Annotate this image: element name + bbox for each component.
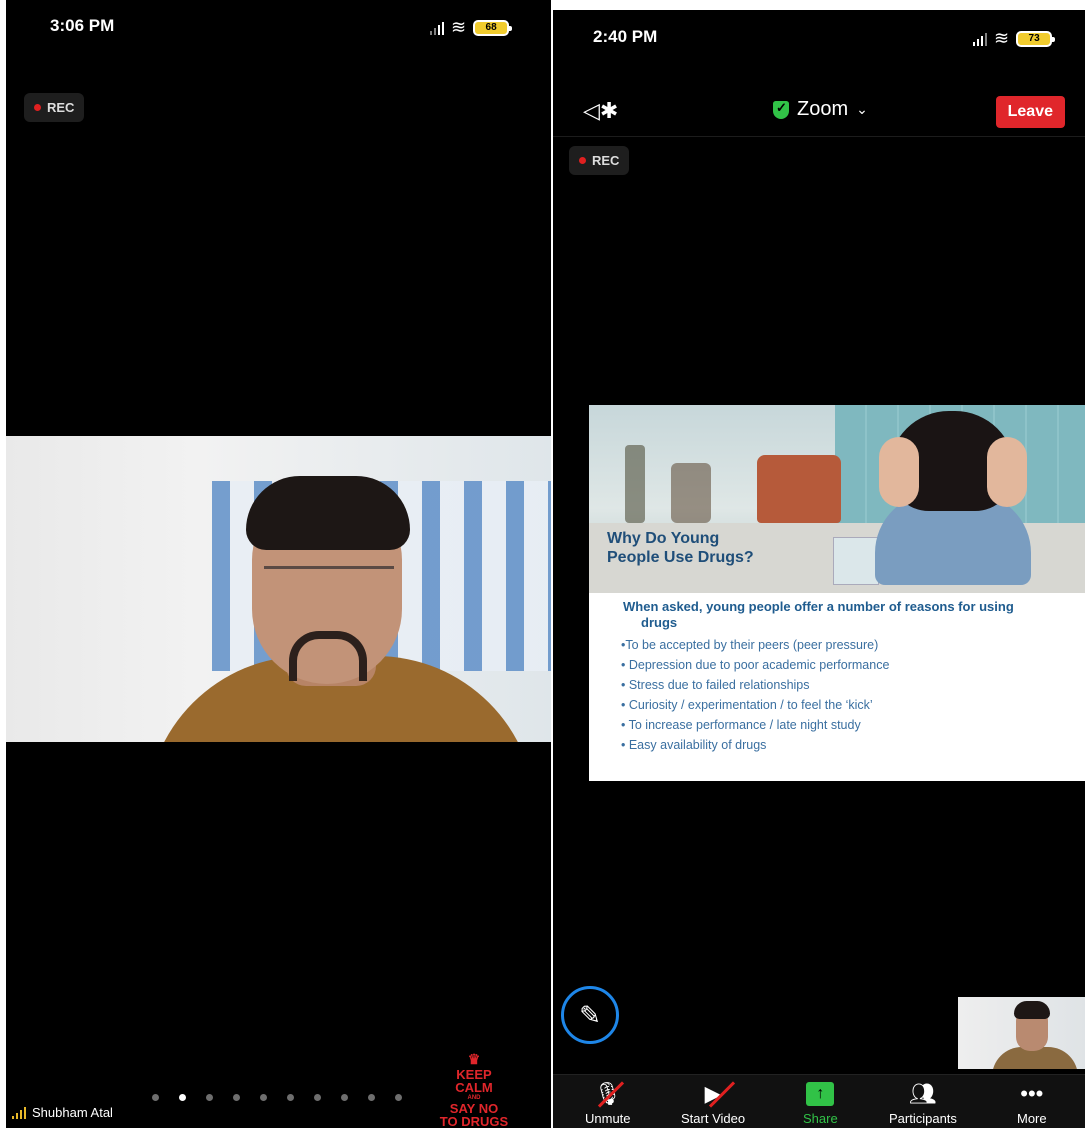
rec-label: REC (47, 100, 75, 115)
slide-heading-line1: When asked, young people offer a number … (623, 599, 1014, 614)
connection-strength-icon (12, 1106, 26, 1119)
wifi-icon: ≋ (451, 17, 467, 37)
start-video-label: Start Video (681, 1111, 746, 1126)
participants-button[interactable]: 👥︎ Participants (889, 1081, 957, 1126)
slide-bullet-list: •To be accepted by their peers (peer pre… (621, 635, 1073, 755)
page-dot[interactable] (260, 1094, 267, 1101)
more-label: More (1017, 1111, 1047, 1126)
meeting-toolbar: 🎙︎ Unmute ▶︎ Start Video ↑ Share 👥︎ Part… (553, 1074, 1085, 1128)
slide-body: When asked, young people offer a number … (621, 599, 1073, 755)
slide-title-line1: Why Do Young (607, 530, 720, 547)
slide-bullet: • Easy availability of drugs (621, 738, 767, 752)
wifi-icon: ≋ (994, 28, 1010, 48)
chevron-down-icon: ⌄ (856, 101, 868, 117)
annotate-pencil-button[interactable]: ✎ (561, 986, 619, 1044)
girl-arm-right (987, 437, 1027, 507)
share-button[interactable]: ↑ Share (803, 1081, 838, 1126)
slide-heading-line2: drugs (641, 615, 678, 630)
page-indicator[interactable] (152, 1094, 402, 1101)
page-dot[interactable] (206, 1094, 213, 1101)
slide-bullet: • Curiosity / experimentation / to feel … (621, 698, 873, 712)
shared-screen-slide[interactable]: Why Do Young People Use Drugs? When aske… (589, 405, 1085, 781)
start-video-button[interactable]: ▶︎ Start Video (681, 1081, 745, 1126)
status-time: 3:06 PM (50, 16, 115, 35)
page-dot[interactable] (395, 1094, 402, 1101)
more-dots-icon: ••• (1020, 1081, 1044, 1106)
glasses (264, 566, 394, 593)
participant-video[interactable] (6, 436, 551, 742)
jar (671, 463, 711, 523)
slide-bullet: • Depression due to poor academic perfor… (621, 658, 890, 672)
slide-title-line2: People Use Drugs? (607, 549, 754, 566)
shield-check-icon (773, 100, 789, 119)
record-dot-icon (579, 157, 586, 164)
record-dot-icon (34, 104, 41, 111)
participants-icon: 👥︎ (908, 1081, 937, 1106)
meeting-top-bar: ◁✱ Zoom ⌄ Leave (553, 88, 1085, 137)
share-arrow-icon: ↑ (806, 1081, 835, 1107)
page-dot[interactable] (368, 1094, 375, 1101)
bottle (625, 445, 645, 523)
unmute-button[interactable]: 🎙︎ Unmute (585, 1081, 631, 1126)
keep-calm-line2: CALM (455, 1080, 493, 1095)
slide-photo: Why Do Young People Use Drugs? (589, 405, 1085, 593)
participants-label: Participants (889, 1111, 957, 1126)
signal-icon (973, 32, 987, 46)
girl-arm-left (879, 437, 919, 507)
slide-bullet: • Stress due to failed relationships (621, 678, 810, 692)
water-glass (833, 537, 879, 585)
thumb-person-hair (1014, 1001, 1050, 1019)
signal-icon (430, 21, 444, 35)
pencil-icon: ✎ (579, 999, 601, 1030)
right-phone-screen: 2:40 PM ≋ 73 ◁✱ Zoom ⌄ Leave REC (553, 10, 1085, 1128)
microphone-muted-icon: 🎙︎ (594, 1081, 624, 1108)
recording-indicator: REC (24, 93, 85, 122)
person-hair (246, 476, 410, 550)
battery-icon: 68 (473, 19, 513, 36)
recording-indicator: REC (569, 146, 630, 175)
more-button[interactable]: ••• More (1017, 1081, 1047, 1126)
share-label: Share (803, 1111, 838, 1126)
participant-name-label: Shubham Atal (12, 1105, 113, 1120)
slide-bullet: •To be accepted by their peers (peer pre… (621, 638, 879, 652)
meeting-title: Zoom (797, 98, 849, 120)
page-dot[interactable] (287, 1094, 294, 1101)
rec-label: REC (592, 153, 620, 168)
meeting-title-dropdown[interactable]: Zoom ⌄ (773, 98, 868, 121)
cooking-pot (757, 455, 841, 523)
slide-bullet: • To increase performance / late night s… (621, 718, 861, 732)
leave-button[interactable]: Leave (995, 96, 1065, 128)
crown-icon: ♛ (467, 1051, 481, 1067)
self-video-thumbnail[interactable] (958, 997, 1085, 1069)
status-time: 2:40 PM (593, 27, 658, 46)
keep-calm-avatar[interactable]: ♛ KEEP CALM AND SAY NO TO DRUGS (427, 1052, 521, 1128)
status-icons: ≋ 68 (430, 17, 513, 38)
unmute-label: Unmute (585, 1111, 631, 1126)
page-dot[interactable] (314, 1094, 321, 1101)
bluetooth-speaker-icon[interactable]: ◁✱ (583, 98, 618, 124)
keep-calm-line5: TO DRUGS (439, 1114, 509, 1129)
video-off-icon: ▶︎ (705, 1081, 735, 1108)
left-phone-screen: 3:06 PM ≋ 68 REC Shubham Atal (6, 0, 551, 1128)
page-dot-active[interactable] (179, 1094, 186, 1101)
participant-name: Shubham Atal (32, 1105, 113, 1120)
page-dot[interactable] (152, 1094, 159, 1101)
status-icons: ≋ 73 (973, 28, 1056, 49)
mustache (289, 631, 367, 681)
slide-heading: When asked, young people offer a number … (623, 599, 1073, 631)
slide-title: Why Do Young People Use Drugs? (607, 529, 807, 567)
battery-icon: 73 (1016, 30, 1056, 47)
page-dot[interactable] (233, 1094, 240, 1101)
page-dot[interactable] (341, 1094, 348, 1101)
